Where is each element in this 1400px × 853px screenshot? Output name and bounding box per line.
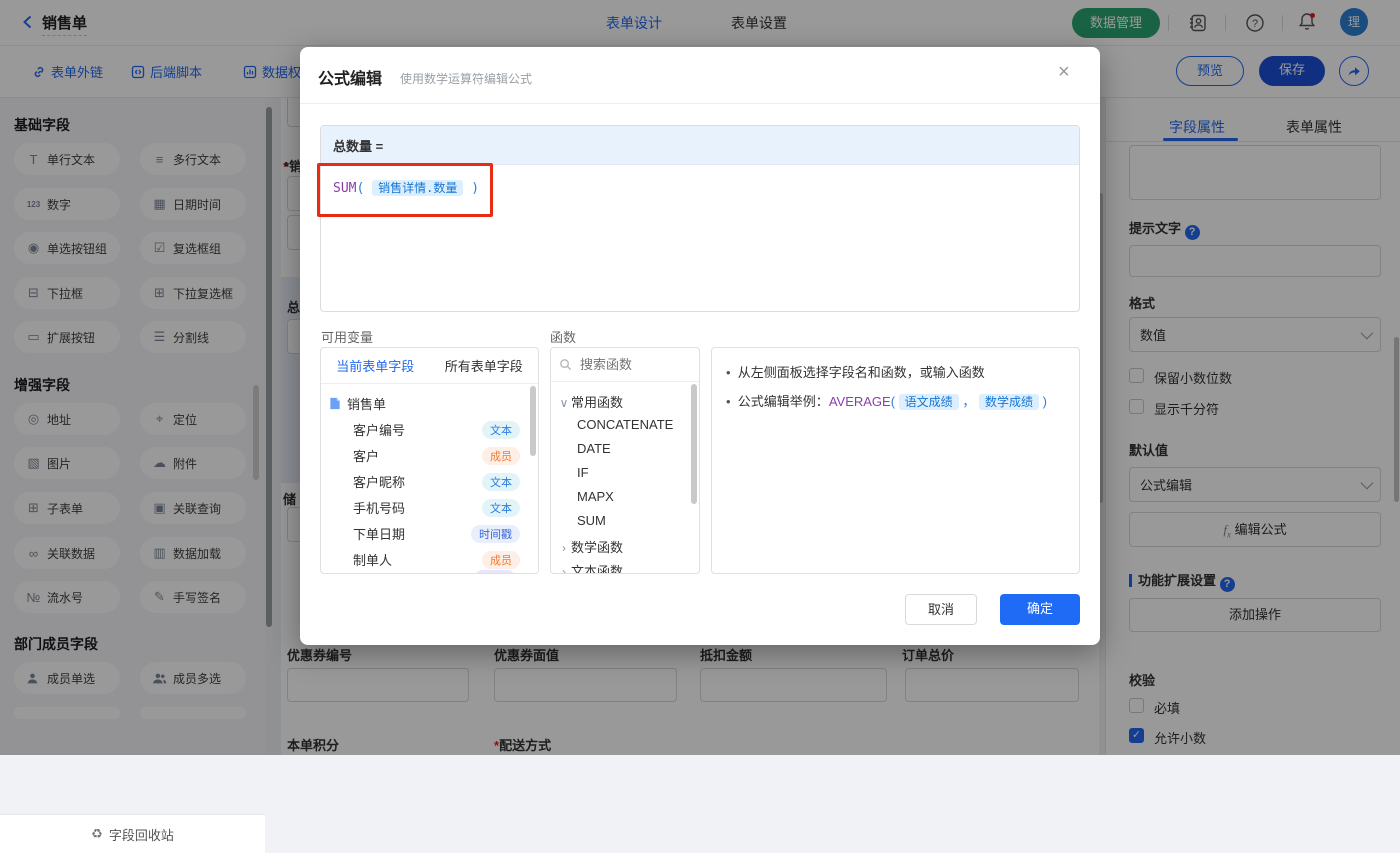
function-search[interactable]: [551, 348, 699, 382]
variable-row[interactable]: 手机号码文本: [321, 495, 538, 520]
type-badge: 时间戳: [471, 525, 520, 543]
variables-label: 可用变量: [321, 327, 373, 346]
variable-row[interactable]: 客户昵称文本: [321, 469, 538, 494]
type-badge: 成员: [482, 551, 520, 569]
type-badge-partial: [476, 570, 514, 574]
recycle-icon: ♻: [91, 826, 103, 842]
close-icon[interactable]: ×: [1058, 62, 1070, 82]
confirm-button[interactable]: 确定: [1000, 594, 1080, 625]
variables-panel: 当前表单字段 所有表单字段 销售单 客户编号文本 客户成员 客户昵称文本 手机号…: [320, 347, 539, 574]
function-item[interactable]: CONCATENATE: [577, 417, 673, 432]
variable-row[interactable]: 下单日期时间戳: [321, 521, 538, 546]
caret-right-icon: ›: [557, 541, 571, 555]
tab-current-form-fields[interactable]: 当前表单字段: [321, 356, 430, 375]
function-item[interactable]: SUM: [577, 513, 606, 528]
functions-scrollbar[interactable]: [691, 384, 697, 504]
variables-tabs: 当前表单字段 所有表单字段: [321, 348, 538, 384]
annotation-highlight-box: [317, 163, 493, 217]
modal-title: 公式编辑: [318, 65, 382, 89]
functions-label: 函数: [550, 327, 576, 346]
search-icon: [559, 358, 572, 371]
functions-panel: ∨常用函数 CONCATENATE DATE IF MAPX SUM ›数学函数…: [550, 347, 700, 574]
function-group-common[interactable]: ∨常用函数: [557, 392, 623, 411]
tab-all-form-fields[interactable]: 所有表单字段: [430, 356, 539, 375]
field-recycle-bin[interactable]: ♻ 字段回收站: [0, 814, 265, 853]
formula-help-panel: • 从左侧面板选择字段名和函数，或输入函数 • 公式编辑举例：AVERAGE( …: [711, 347, 1080, 574]
document-icon: [329, 397, 341, 410]
function-item[interactable]: MAPX: [577, 489, 614, 504]
formula-target-row: 总数量 =: [321, 126, 1079, 165]
example-field-chip: 数学成绩: [979, 394, 1039, 410]
function-item[interactable]: IF: [577, 465, 589, 480]
type-badge: 成员: [482, 447, 520, 465]
variable-row[interactable]: 客户编号文本: [321, 417, 538, 442]
example-field-chip: 语文成绩: [899, 394, 959, 410]
help-line-1: • 从左侧面板选择字段名和函数，或输入函数: [726, 362, 985, 381]
functions-tree: ∨常用函数 CONCATENATE DATE IF MAPX SUM ›数学函数…: [551, 382, 699, 574]
function-group-math[interactable]: ›数学函数: [557, 537, 623, 556]
formula-editor-modal: 公式编辑 使用数学运算符编辑公式 × 总数量 = SUM( 销售详情.数量 ) …: [300, 47, 1100, 645]
variables-scrollbar[interactable]: [530, 386, 536, 456]
function-group-text[interactable]: ›文本函数: [557, 561, 623, 574]
variable-row[interactable]: 制单人成员: [321, 547, 538, 572]
formula-editor-box[interactable]: 总数量 = SUM( 销售详情.数量 ): [320, 125, 1080, 312]
caret-down-icon: ∨: [557, 396, 571, 410]
example-function-name: AVERAGE: [829, 394, 891, 409]
type-badge: 文本: [482, 473, 520, 491]
modal-subtitle: 使用数学运算符编辑公式: [400, 70, 532, 87]
help-line-2: • 公式编辑举例：AVERAGE( 语文成绩 ， 数学成绩 ): [726, 391, 1047, 410]
function-search-input[interactable]: [578, 356, 682, 373]
variable-row[interactable]: 客户成员: [321, 443, 538, 468]
cancel-button[interactable]: 取消: [905, 594, 977, 625]
caret-right-icon: ›: [557, 565, 571, 574]
divider: [300, 103, 1100, 104]
type-badge: 文本: [482, 421, 520, 439]
function-item[interactable]: DATE: [577, 441, 611, 456]
type-badge: 文本: [482, 499, 520, 517]
tree-root-row[interactable]: 销售单: [321, 391, 538, 416]
variables-tree: 销售单 客户编号文本 客户成员 客户昵称文本 手机号码文本 下单日期时间戳 制单…: [321, 384, 538, 574]
